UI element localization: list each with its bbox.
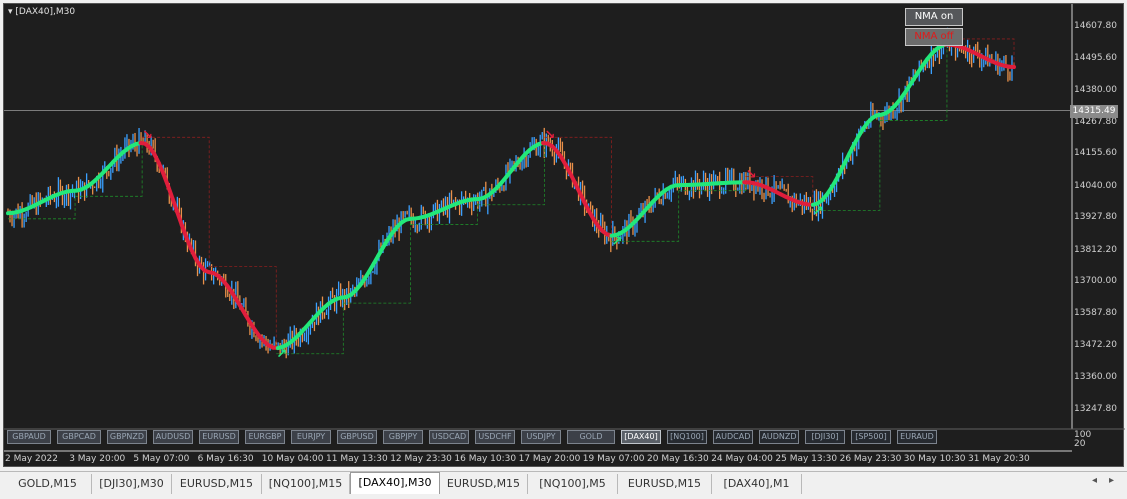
price-tick-label: 13812.20 — [1074, 245, 1117, 255]
price-tick-label: 14380.00 — [1074, 85, 1117, 95]
symbol-button[interactable]: USDCAD — [429, 430, 469, 444]
tab-scroll-left-icon[interactable]: ◂ — [1092, 475, 1097, 486]
time-tick-label: 17 May 20:00 — [519, 454, 581, 464]
symbol-button[interactable]: USDJPY — [521, 430, 561, 444]
price-chart[interactable]: ↘↗↘↗↘↗↘ — [4, 4, 1125, 468]
price-tick-label: 14495.60 — [1074, 53, 1117, 63]
time-tick-label: 26 May 23:30 — [840, 454, 902, 464]
price-tick-label: 14040.00 — [1074, 181, 1117, 191]
time-tick-label: 2 May 2022 — [5, 454, 58, 464]
time-tick-label: 25 May 13:30 — [775, 454, 837, 464]
symbol-button[interactable]: [DJI30] — [805, 430, 845, 444]
chart-area[interactable]: ↘↗↘↗↘↗↘ — [3, 3, 1124, 467]
symbol-button[interactable]: GBPUSD — [337, 430, 377, 444]
time-tick-label: 5 May 07:00 — [133, 454, 189, 464]
symbol-button[interactable]: EURUSD — [199, 430, 239, 444]
terminal-window: ↘↗↘↗↘↗↘ ▾ [DAX40],M30 NMA on NMA off 146… — [0, 0, 1127, 498]
price-tick-label: 13247.80 — [1074, 404, 1117, 414]
price-tick-label: 14267.80 — [1074, 117, 1117, 127]
symbol-button[interactable]: GBPCAD — [57, 430, 101, 444]
symbol-button[interactable]: USDCHF — [475, 430, 515, 444]
candles — [8, 28, 1014, 358]
chart-tab[interactable]: [NQ100],M5 — [528, 474, 618, 494]
time-tick-label: 31 May 20:30 — [968, 454, 1030, 464]
chart-tab[interactable]: [NQ100],M15 — [262, 474, 350, 494]
symbol-button[interactable]: EURGBP — [245, 430, 285, 444]
chart-menu-icon[interactable]: ▾ — [8, 7, 13, 17]
chart-tab-bar: GOLD,M15[DJI30],M30EURUSD,M15[NQ100],M15… — [0, 471, 1127, 499]
symbol-button[interactable]: AUDUSD — [153, 430, 193, 444]
time-tick-label: 30 May 10:30 — [904, 454, 966, 464]
symbol-button[interactable]: EURJPY — [291, 430, 331, 444]
symbol-button[interactable]: [DAX40] — [621, 430, 661, 444]
chart-tab[interactable]: [DAX40],M30 — [350, 472, 440, 494]
symbol-button[interactable]: AUDNZD — [759, 430, 799, 444]
symbol-button[interactable]: GBPJPY — [383, 430, 423, 444]
chart-tab[interactable]: [DAX40],M1 — [712, 474, 802, 494]
time-tick-label: 16 May 10:30 — [454, 454, 516, 464]
buy-arrow-icon: ↗ — [612, 235, 623, 250]
symbol-button[interactable]: GOLD — [567, 430, 615, 444]
chart-tab[interactable]: EURUSD,M15 — [172, 474, 262, 494]
symbol-button[interactable]: GBPNZD — [107, 430, 147, 444]
price-tick-label: 13472.20 — [1074, 340, 1117, 350]
signal-arrows: ↘↗↘↗↘↗↘ — [142, 30, 958, 363]
time-tick-label: 12 May 23:30 — [390, 454, 452, 464]
symbol-button[interactable]: [NQ100] — [667, 430, 707, 444]
sell-arrow-icon: ↘ — [545, 128, 556, 143]
chart-tab[interactable]: EURUSD,M15 — [440, 474, 528, 494]
nma-off-button[interactable]: NMA off — [905, 28, 963, 46]
current-price-label: 14315.49 — [1070, 105, 1118, 118]
time-tick-label: 19 May 07:00 — [583, 454, 645, 464]
sell-arrow-icon: ↘ — [746, 167, 757, 182]
time-tick-label: 11 May 13:30 — [326, 454, 388, 464]
time-tick-label: 20 May 16:30 — [647, 454, 709, 464]
nma-indicator-line — [8, 45, 1014, 348]
symbol-button[interactable]: [SP500] — [851, 430, 891, 444]
price-tick-label: 14607.80 — [1074, 21, 1117, 31]
time-tick-label: 6 May 16:30 — [198, 454, 254, 464]
price-tick-label: 13700.00 — [1074, 276, 1117, 286]
symbol-button[interactable]: EURAUD — [897, 430, 937, 444]
time-tick-label: 24 May 04:00 — [711, 454, 773, 464]
indicator-scale-bottom: 20 — [1074, 439, 1085, 449]
sell-arrow-icon: ↘ — [142, 128, 153, 143]
chart-tab[interactable]: [DJI30],M30 — [92, 474, 172, 494]
nma-on-button[interactable]: NMA on — [905, 8, 963, 26]
chart-tab[interactable]: EURUSD,M15 — [618, 474, 712, 494]
buy-arrow-icon: ↗ — [276, 347, 287, 362]
price-tick-label: 13927.80 — [1074, 212, 1117, 222]
tab-scroll-right-icon[interactable]: ▸ — [1109, 475, 1114, 486]
buy-arrow-icon: ↗ — [813, 204, 824, 219]
price-tick-label: 14155.60 — [1074, 148, 1117, 158]
trailing-stop-lines — [8, 39, 1014, 354]
symbol-button[interactable]: AUDCAD — [713, 430, 753, 444]
symbol-button[interactable]: GBPAUD — [7, 430, 51, 444]
price-tick-label: 13360.00 — [1074, 372, 1117, 382]
time-tick-label: 10 May 04:00 — [262, 454, 324, 464]
time-tick-label: 3 May 20:00 — [69, 454, 125, 464]
price-tick-label: 13587.80 — [1074, 308, 1117, 318]
chart-tab[interactable]: GOLD,M15 — [4, 474, 92, 494]
chart-title: ▾ [DAX40],M30 — [8, 7, 75, 17]
